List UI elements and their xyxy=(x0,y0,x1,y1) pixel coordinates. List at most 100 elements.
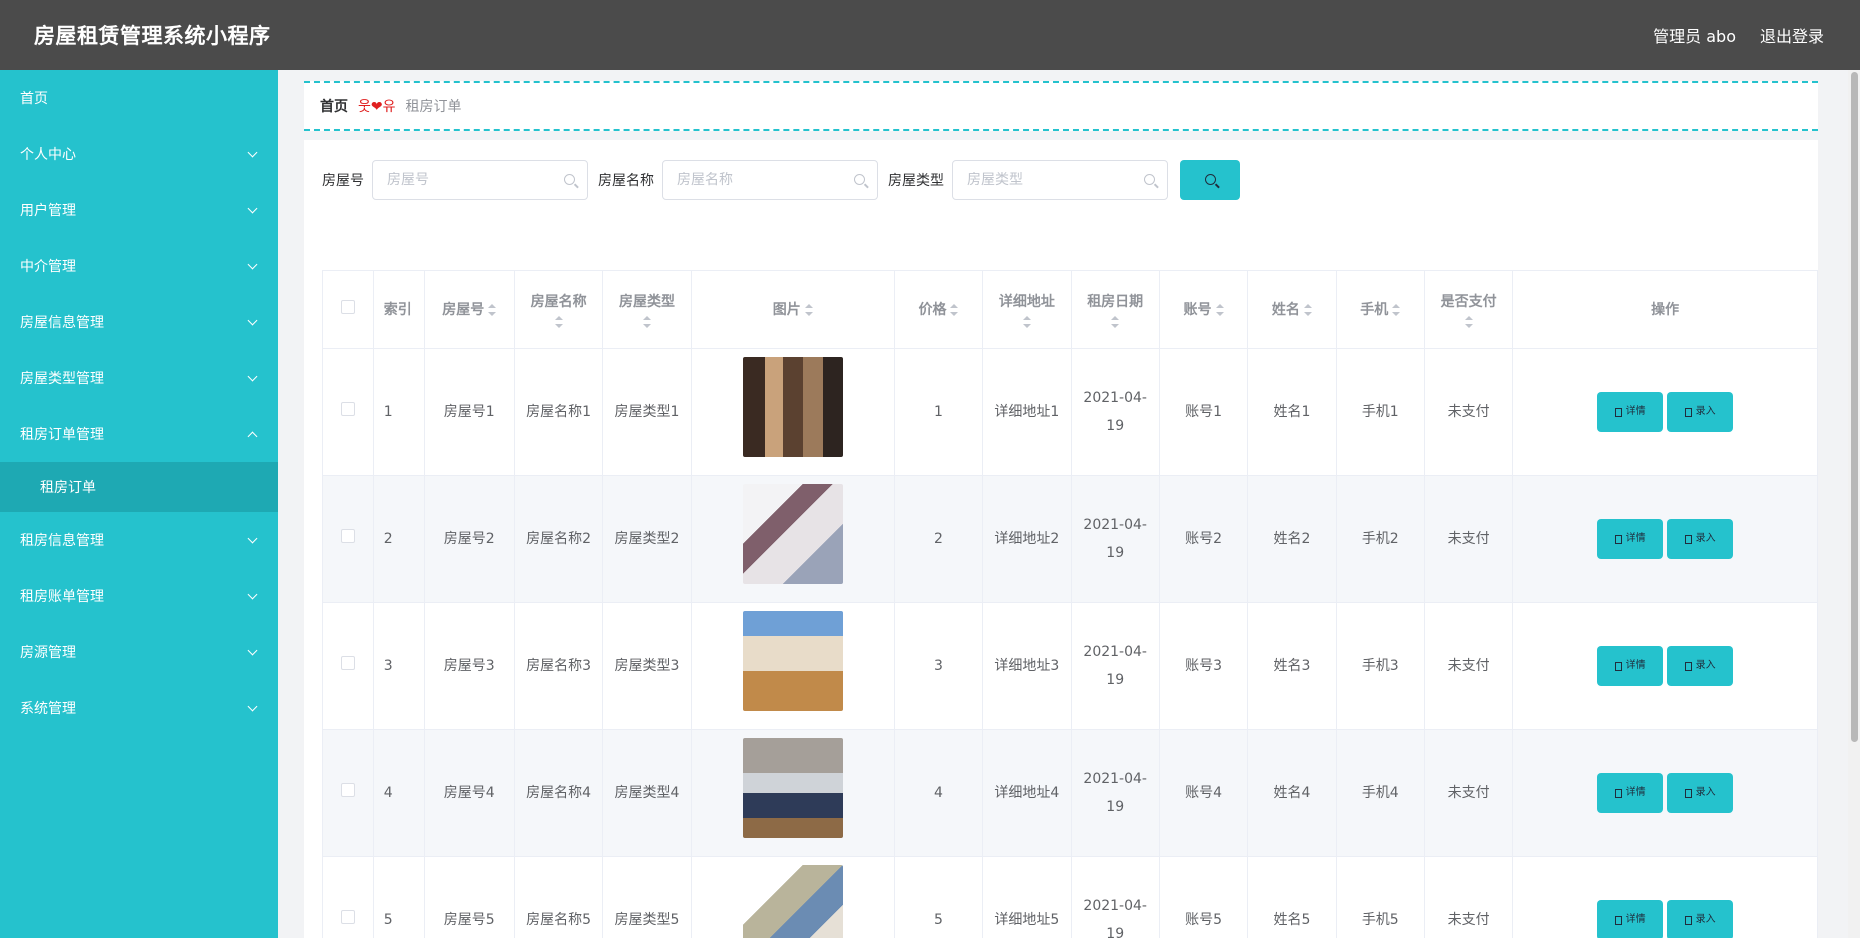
header-user-area: 管理员 abo 退出登录 xyxy=(1653,23,1824,47)
sort-icon[interactable] xyxy=(1303,303,1312,316)
house-no-field[interactable] xyxy=(372,160,588,200)
document-icon xyxy=(1684,661,1692,671)
col-house-no[interactable]: 房屋号 xyxy=(423,270,515,349)
sort-icon[interactable] xyxy=(1215,303,1224,316)
cell-image xyxy=(690,856,895,938)
col-rent-date[interactable]: 租房日期 xyxy=(1070,270,1160,349)
entry-button[interactable]: 录入 xyxy=(1667,519,1734,559)
row-checkbox[interactable] xyxy=(340,402,355,416)
sidebar-item-label: 房源管理 xyxy=(20,645,76,661)
detail-button[interactable]: 详情 xyxy=(1597,519,1664,559)
house-thumbnail[interactable] xyxy=(742,484,843,584)
cell-index: 1 xyxy=(372,348,425,476)
entry-button[interactable]: 录入 xyxy=(1667,646,1734,686)
sidebar-item-rental-bills[interactable]: 租房账单管理 xyxy=(0,568,278,624)
col-name[interactable]: 姓名 xyxy=(1247,270,1337,349)
col-image[interactable]: 图片 xyxy=(690,270,895,349)
breadcrumb-home[interactable]: 首页 xyxy=(320,96,348,116)
col-price[interactable]: 价格 xyxy=(893,270,984,349)
house-thumbnail[interactable] xyxy=(742,738,843,838)
house-name-input[interactable] xyxy=(677,172,847,188)
breadcrumb-current: 租房订单 xyxy=(405,99,462,115)
cell-paid: 未支付 xyxy=(1423,348,1514,476)
row-checkbox[interactable] xyxy=(340,656,355,670)
sort-icon[interactable] xyxy=(1111,316,1120,328)
house-name-field[interactable] xyxy=(662,160,878,200)
sort-icon[interactable] xyxy=(1392,303,1401,316)
sidebar-item-user-management[interactable]: 用户管理 xyxy=(0,182,278,238)
cell-rent-date: 2021-04- 19 xyxy=(1070,856,1160,938)
chevron-down-icon xyxy=(247,371,258,381)
house-thumbnail[interactable] xyxy=(742,357,843,457)
row-select-cell[interactable] xyxy=(322,602,374,730)
sort-icon[interactable] xyxy=(1022,316,1031,328)
top-bar: 房屋租赁管理系统小程序 管理员 abo 退出登录 xyxy=(0,0,1860,70)
sort-icon[interactable] xyxy=(1464,316,1473,328)
detail-button[interactable]: 详情 xyxy=(1597,646,1664,686)
cell-address: 详细地址4 xyxy=(982,729,1072,857)
row-select-cell[interactable] xyxy=(322,729,374,857)
entry-button[interactable]: 录入 xyxy=(1667,392,1734,432)
house-no-input[interactable] xyxy=(387,172,557,188)
sidebar-item-rental-info[interactable]: 租房信息管理 xyxy=(0,512,278,568)
search-icon xyxy=(854,174,865,185)
cell-price: 2 xyxy=(893,475,984,603)
cell-house-name: 房屋名称3 xyxy=(513,602,604,730)
sidebar-item-house-type[interactable]: 房屋类型管理 xyxy=(0,350,278,406)
col-house-name[interactable]: 房屋名称 xyxy=(513,270,604,349)
sidebar-subitem-rental-order[interactable]: 租房订单 xyxy=(0,462,278,512)
sidebar-item-listings[interactable]: 房源管理 xyxy=(0,624,278,680)
sidebar-item-agent-management[interactable]: 中介管理 xyxy=(0,238,278,294)
col-address[interactable]: 详细地址 xyxy=(982,270,1072,349)
sidebar-item-personal-center[interactable]: 个人中心 xyxy=(0,126,278,182)
row-checkbox[interactable] xyxy=(340,910,355,924)
row-checkbox[interactable] xyxy=(340,529,355,543)
document-icon xyxy=(1614,407,1622,417)
entry-button[interactable]: 录入 xyxy=(1667,900,1734,938)
cell-price: 1 xyxy=(893,348,984,476)
logout-button[interactable]: 退出登录 xyxy=(1760,23,1824,47)
sort-icon[interactable] xyxy=(950,303,959,316)
cell-house-no: 房屋号3 xyxy=(423,602,515,730)
document-icon xyxy=(1684,788,1692,798)
search-icon xyxy=(1144,174,1155,185)
sidebar-item-rental-orders[interactable]: 租房订单管理 xyxy=(0,406,278,462)
sort-icon[interactable] xyxy=(554,316,563,328)
house-thumbnail[interactable] xyxy=(742,611,843,711)
detail-button[interactable]: 详情 xyxy=(1597,773,1664,813)
cell-actions: 详情 录入 xyxy=(1512,856,1818,938)
select-all-checkbox[interactable] xyxy=(340,299,355,314)
scrollbar-thumb[interactable] xyxy=(1851,72,1858,742)
sort-icon[interactable] xyxy=(804,303,813,316)
cell-paid: 未支付 xyxy=(1423,475,1514,603)
detail-button[interactable]: 详情 xyxy=(1597,392,1664,432)
row-checkbox[interactable] xyxy=(340,783,355,797)
col-account[interactable]: 账号 xyxy=(1158,270,1249,349)
select-all-header[interactable] xyxy=(322,270,374,349)
search-icon xyxy=(1205,174,1216,185)
row-select-cell[interactable] xyxy=(322,475,374,603)
detail-button[interactable]: 详情 xyxy=(1597,900,1664,938)
table-row: 3 房屋号3 房屋名称3 房屋类型3 3 详细地址3 2021-04- 19 账号3 姓名3 手机3… xyxy=(322,602,1818,730)
cell-image xyxy=(690,475,895,603)
sidebar-item-system[interactable]: 系统管理 xyxy=(0,680,278,736)
sort-icon[interactable] xyxy=(642,316,651,328)
house-thumbnail[interactable] xyxy=(742,865,843,938)
col-house-type[interactable]: 房屋类型 xyxy=(602,270,692,349)
orders-table: 索引 房屋号 房屋名称 房屋类型 图片 价格 详细地址 租房日期 账号 姓名 手… xyxy=(322,270,1818,938)
row-select-cell[interactable] xyxy=(322,348,374,476)
sidebar-item-home[interactable]: 首页 xyxy=(0,70,278,126)
house-no-label: 房屋号 xyxy=(322,173,364,189)
cell-house-no: 房屋号2 xyxy=(423,475,515,603)
row-select-cell[interactable] xyxy=(322,856,374,938)
search-button[interactable] xyxy=(1180,160,1240,200)
col-paid[interactable]: 是否支付 xyxy=(1423,270,1514,349)
house-type-input[interactable] xyxy=(967,172,1137,188)
page-scrollbar[interactable] xyxy=(1848,70,1860,938)
entry-button[interactable]: 录入 xyxy=(1667,773,1734,813)
sort-icon[interactable] xyxy=(488,303,497,316)
col-phone[interactable]: 手机 xyxy=(1335,270,1425,349)
col-actions: 操作 xyxy=(1512,270,1818,349)
sidebar-item-house-info[interactable]: 房屋信息管理 xyxy=(0,294,278,350)
house-type-field[interactable] xyxy=(952,160,1168,200)
